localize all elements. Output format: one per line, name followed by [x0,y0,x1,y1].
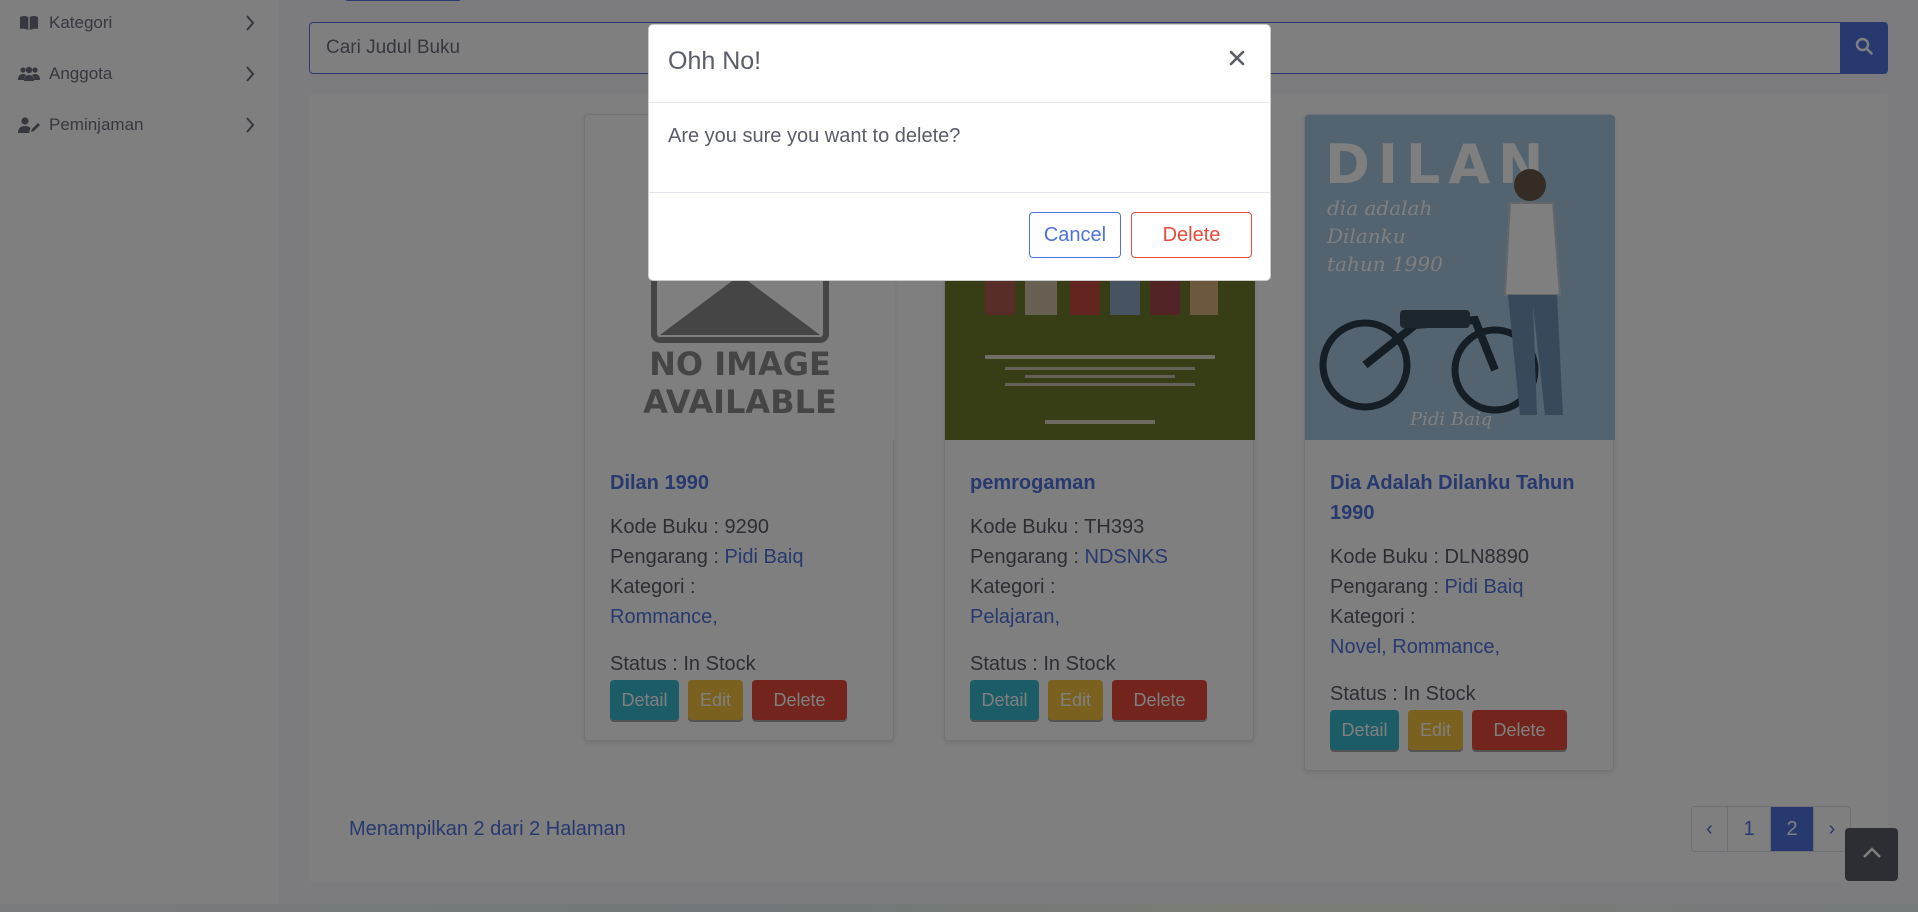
close-button[interactable] [1222,45,1252,75]
modal-body: Are you sure you want to delete? [649,103,1270,193]
delete-confirm-modal: Ohh No! Are you sure you want to delete?… [648,24,1271,281]
cancel-button[interactable]: Cancel [1029,212,1121,258]
modal-message: Are you sure you want to delete? [668,125,961,147]
modal-header: Ohh No! [649,25,1270,103]
confirm-delete-button[interactable]: Delete [1131,212,1252,258]
modal-title: Ohh No! [668,47,762,75]
modal-footer: Cancel Delete [649,193,1270,281]
close-icon [1229,50,1245,71]
